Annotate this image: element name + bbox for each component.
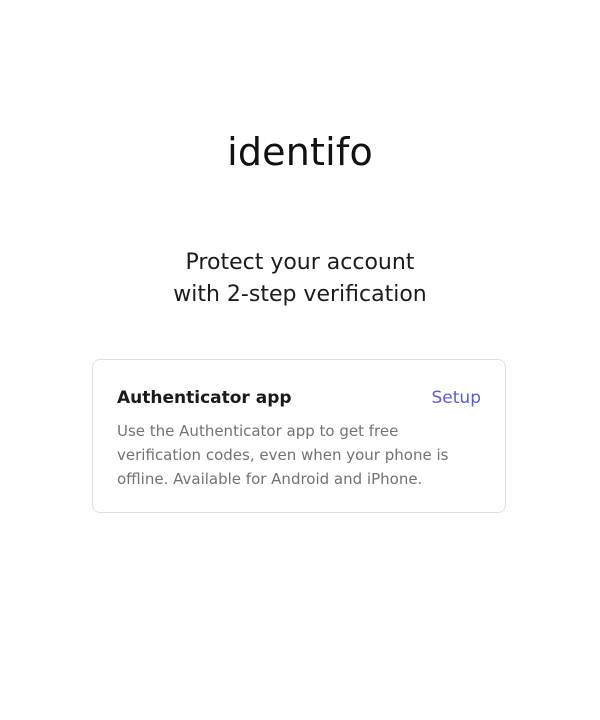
page-headline: Protect your account with 2-step verific… <box>0 247 600 311</box>
headline-line-2: with 2-step verification <box>173 282 427 307</box>
card-header: Authenticator app Setup <box>117 386 481 410</box>
setup-link[interactable]: Setup <box>432 386 481 410</box>
authenticator-app-card: Authenticator app Setup Use the Authenti… <box>92 359 506 513</box>
headline-line-1: Protect your account <box>185 250 415 275</box>
authenticator-app-title: Authenticator app <box>117 388 292 408</box>
app-logo: identifo <box>227 130 373 174</box>
page: identifo Protect your account with 2-ste… <box>0 0 600 720</box>
authenticator-app-description: Use the Authenticator app to get free ve… <box>117 422 449 488</box>
